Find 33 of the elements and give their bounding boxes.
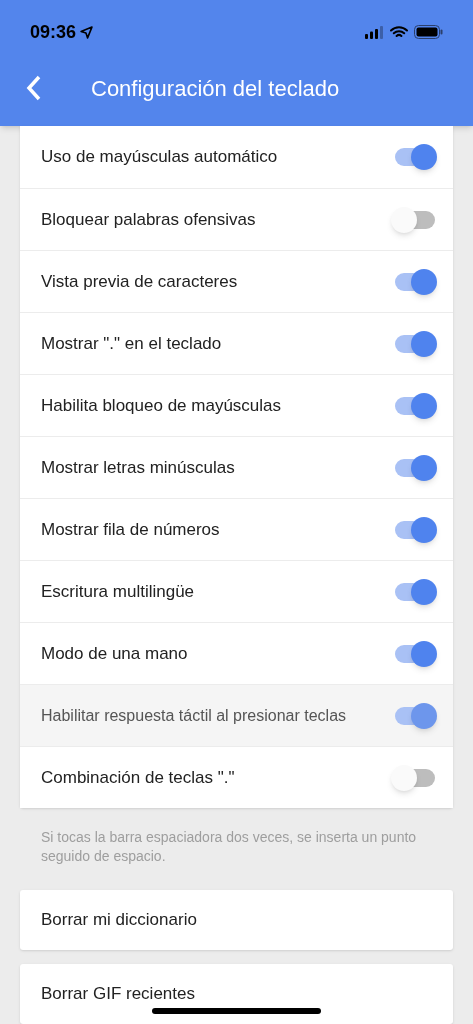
setting-label: Bloquear palabras ofensivas [41, 208, 256, 231]
hint-text: Si tocas la barra espaciadora dos veces, se inserta un punto seguido de espacio. [40, 828, 418, 866]
action-item[interactable]: Borrar GIF recientes [20, 964, 453, 1024]
toggle-switch[interactable] [391, 763, 437, 792]
setting-label: Modo de una mano [41, 642, 188, 665]
setting-row[interactable]: Mostrar "." en el teclado [20, 312, 453, 374]
setting-row[interactable]: Vista previa de caracteres [20, 250, 453, 312]
setting-label: Escritura multilingüe [41, 580, 195, 603]
setting-row[interactable]: Uso de mayúsculas automático [20, 126, 453, 188]
status-time: 09:36 [30, 20, 77, 44]
battery-icon [414, 25, 443, 39]
setting-row[interactable]: Escritura multilingüe [20, 560, 453, 622]
setting-row[interactable]: Mostrar letras minúsculas [20, 436, 453, 498]
setting-row[interactable]: Mostrar fila de números [20, 498, 453, 560]
page-title: Configuración del teclado [91, 74, 340, 103]
setting-label: Mostrar fila de números [41, 518, 220, 541]
setting-label: Habilita bloqueo de mayúsculas [41, 394, 282, 417]
setting-row[interactable]: Habilita bloqueo de mayúsculas [20, 374, 453, 436]
setting-label: Combinación de teclas "." [41, 766, 235, 789]
wifi-icon [390, 25, 408, 39]
setting-label: Mostrar letras minúsculas [41, 456, 235, 479]
signal-icon [365, 25, 384, 39]
setting-row[interactable]: Habilitar respuesta táctil al presionar teclas [20, 684, 453, 746]
setting-label: Vista previa de caracteres [41, 270, 238, 293]
setting-label: Habilitar respuesta táctil al presionar teclas [41, 705, 347, 726]
setting-label: Uso de mayúsculas automático [41, 146, 278, 169]
setting-row[interactable]: Bloquear palabras ofensivas [20, 188, 453, 250]
setting-row[interactable]: Combinación de teclas "." [20, 746, 453, 808]
setting-row[interactable]: Modo de una mano [20, 622, 453, 684]
toggle-switch[interactable] [391, 205, 437, 234]
setting-label: Mostrar "." en el teclado [41, 332, 222, 355]
location-arrow-icon [80, 25, 94, 39]
action-item[interactable]: Borrar mi diccionario [20, 890, 453, 950]
